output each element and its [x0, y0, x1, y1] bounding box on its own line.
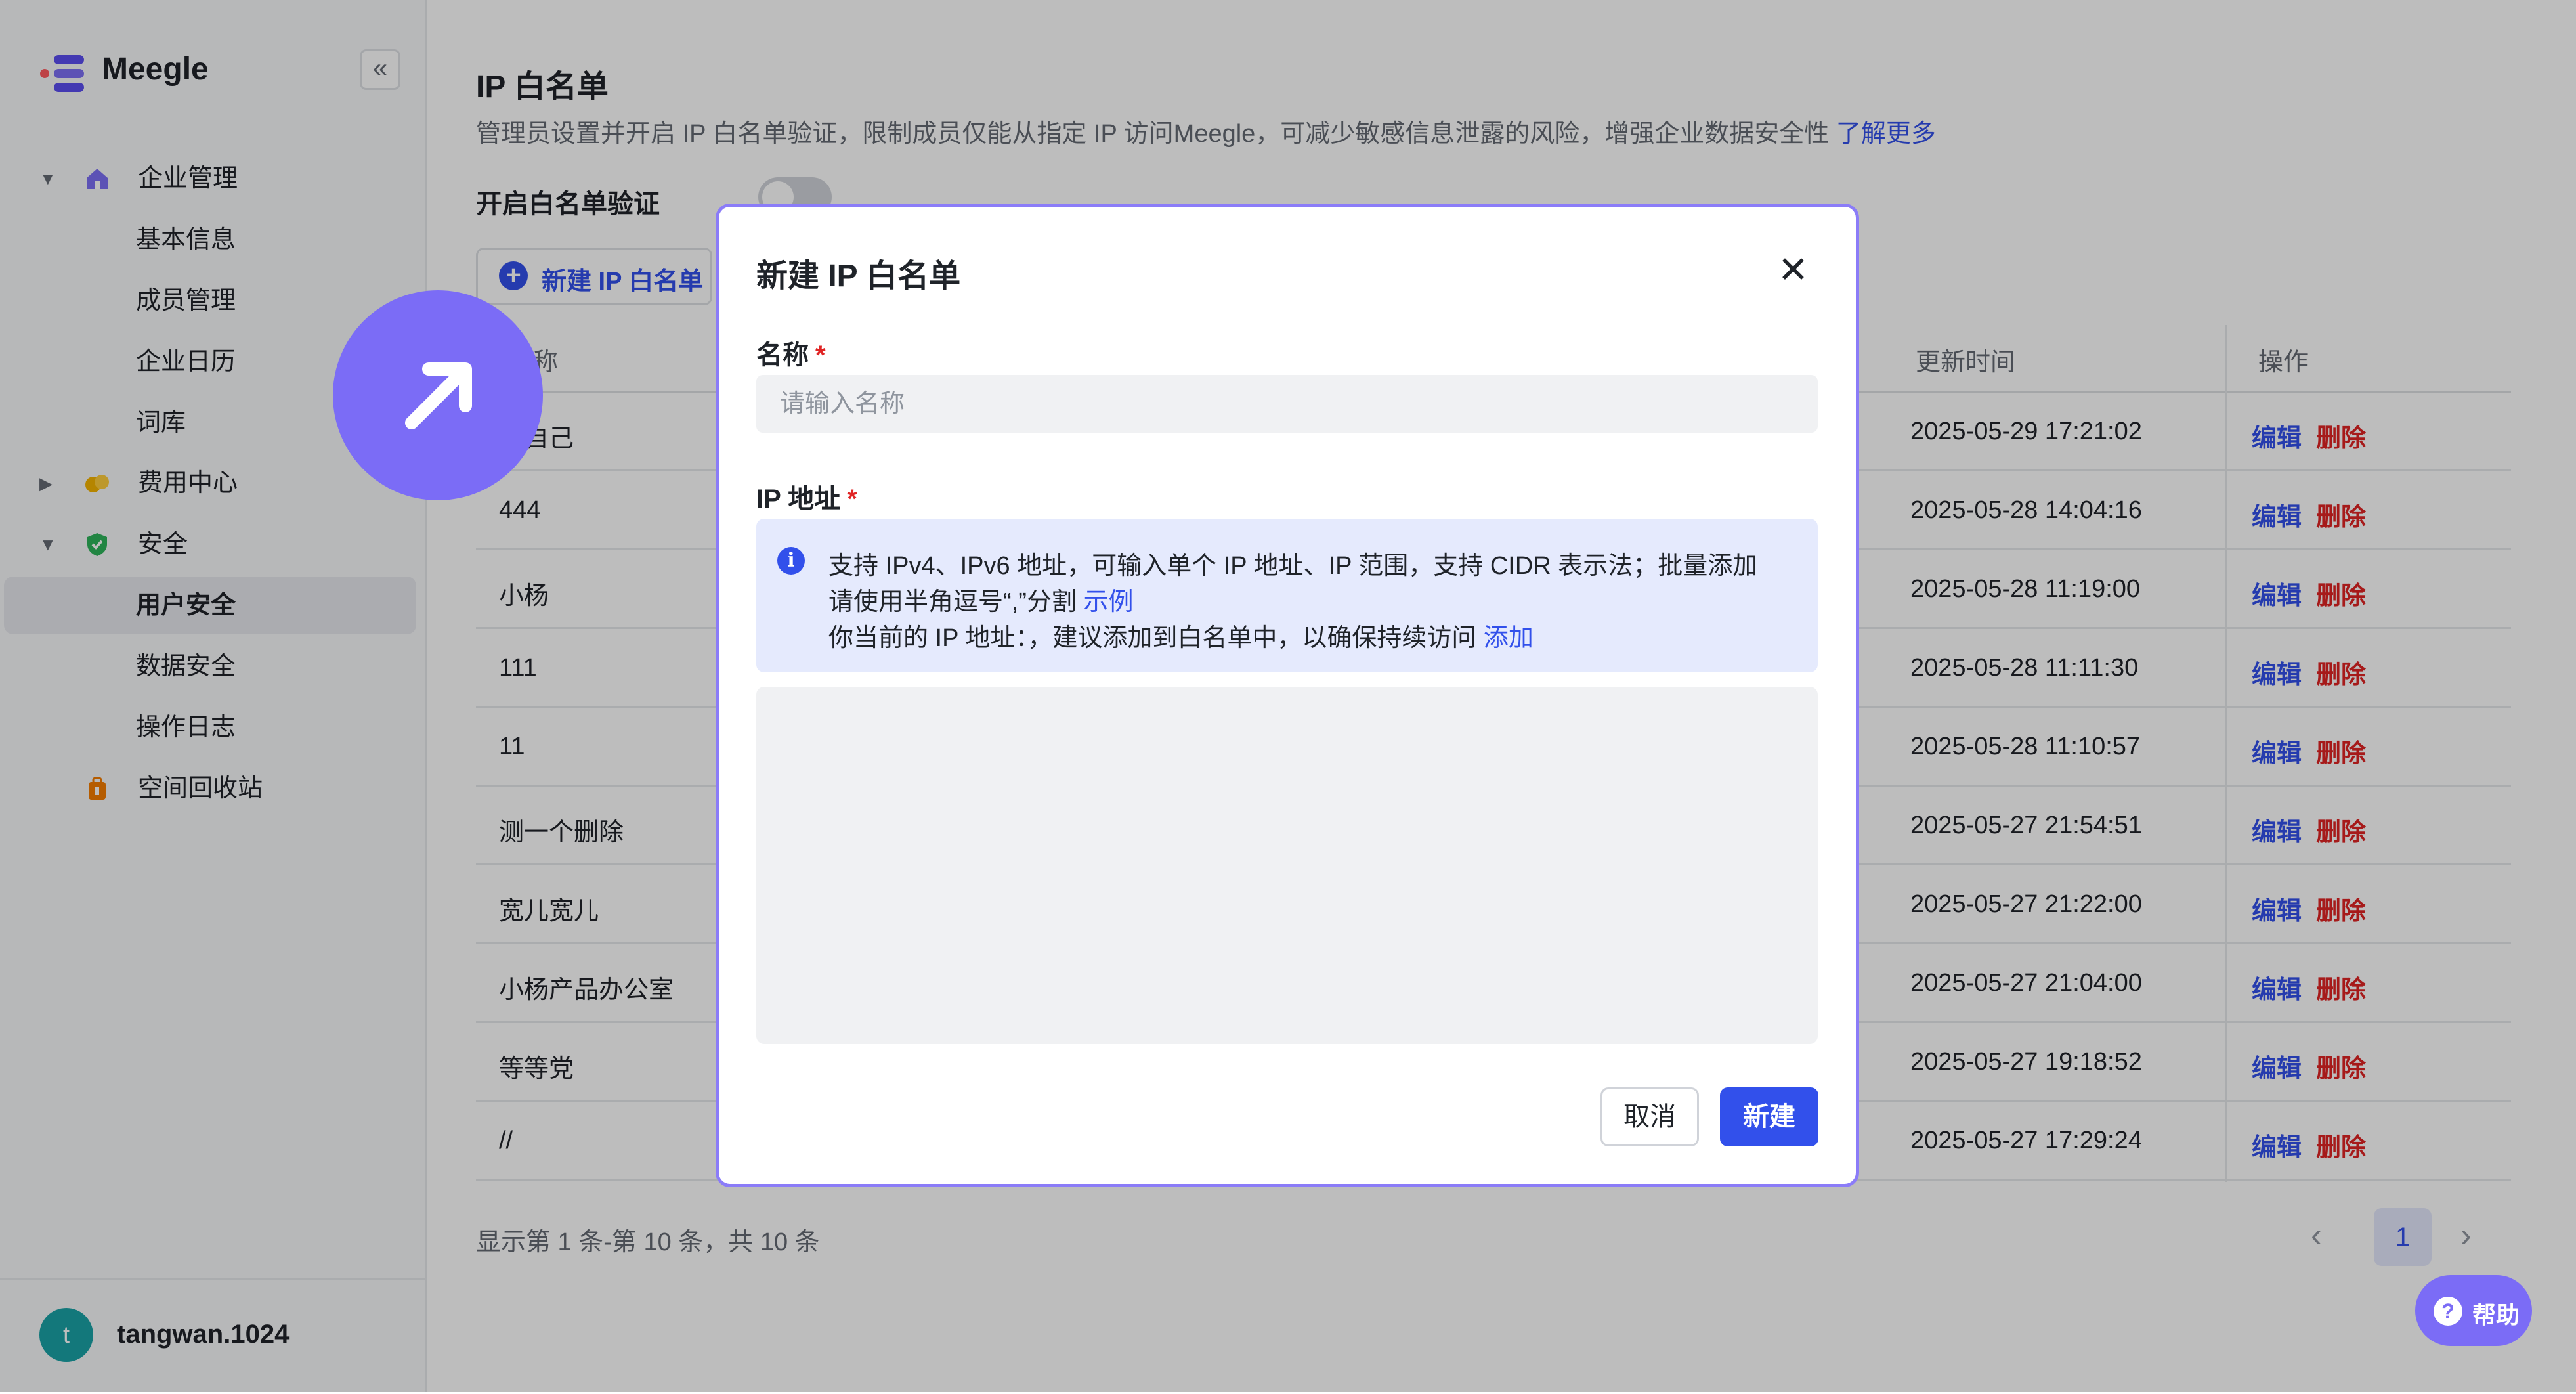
ip-address-textarea[interactable]: [756, 687, 1818, 1044]
info-line-2-text: 请使用半角逗号“,”分割: [828, 588, 1084, 616]
dialog-title: 新建 IP 白名单: [756, 259, 961, 294]
arrow-up-right-icon: [405, 362, 472, 429]
required-mark: *: [847, 485, 857, 513]
help-label: 帮助: [2472, 1301, 2520, 1328]
pointer-badge: [333, 290, 543, 500]
ip-label-text: IP 地址: [756, 485, 841, 513]
info-line-1: 支持 IPv4、IPv6 地址，可输入单个 IP 地址、IP 范围，支持 CID…: [828, 552, 1758, 580]
cancel-button[interactable]: 取消: [1600, 1087, 1699, 1146]
name-input[interactable]: [756, 375, 1818, 433]
add-current-ip-link[interactable]: 添加: [1484, 624, 1534, 652]
info-line-2: 请使用半角逗号“,”分割 示例: [828, 581, 1133, 617]
info-icon: i: [777, 547, 805, 575]
example-link[interactable]: 示例: [1083, 588, 1133, 616]
close-icon[interactable]: ✕: [1778, 248, 1809, 292]
name-field-label: 名称 *: [756, 334, 826, 372]
ip-field-label: IP 地址 *: [756, 477, 857, 515]
create-button[interactable]: 新建: [1720, 1087, 1818, 1146]
name-label-text: 名称: [756, 341, 809, 370]
required-mark: *: [815, 341, 826, 370]
info-line-3: 你当前的 IP 地址：，建议添加到白名单中，以确保持续访问 添加: [828, 617, 1534, 653]
question-icon: ?: [2434, 1297, 2462, 1326]
info-line-3-text: 你当前的 IP 地址：，建议添加到白名单中，以确保持续访问: [828, 624, 1484, 652]
